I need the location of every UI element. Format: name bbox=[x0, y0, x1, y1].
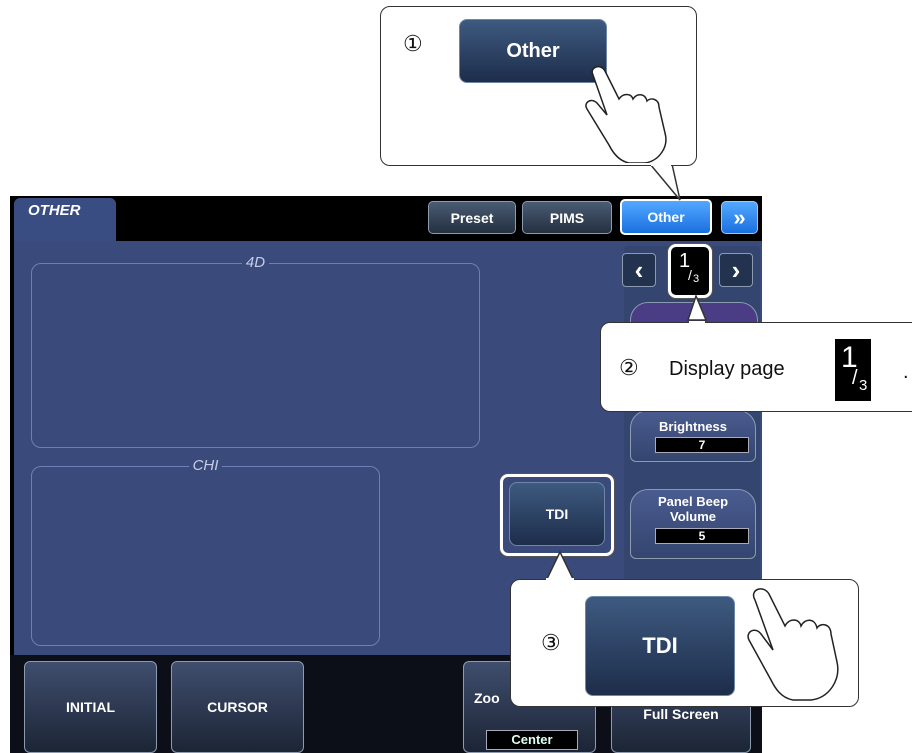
callout-step1: ① Other bbox=[380, 6, 697, 166]
callout3-gap bbox=[546, 578, 574, 581]
step1-number: ① bbox=[403, 31, 423, 56]
hand-pointer-icon bbox=[747, 588, 839, 701]
step2-end: . bbox=[903, 361, 909, 383]
step2-text: Display page bbox=[669, 358, 785, 380]
hand-pointer-icon bbox=[585, 65, 667, 163]
step2-number: ② bbox=[619, 355, 639, 380]
step2-page-icon: 1 / 3 bbox=[835, 339, 871, 401]
step2-page-separator: / bbox=[852, 367, 858, 389]
callout1-pointer bbox=[648, 163, 681, 201]
callout-tdi-button: TDI bbox=[585, 596, 735, 696]
step2-page-total: 3 bbox=[859, 377, 868, 394]
step3-number: ③ bbox=[541, 630, 561, 655]
callout2-gap bbox=[689, 321, 705, 324]
callout-step3: ③ TDI bbox=[510, 579, 859, 707]
callout-step2: ② Display page 1 / 3 . bbox=[600, 322, 912, 412]
callout1-gap bbox=[651, 163, 671, 166]
callout2-pointer bbox=[686, 293, 708, 321]
